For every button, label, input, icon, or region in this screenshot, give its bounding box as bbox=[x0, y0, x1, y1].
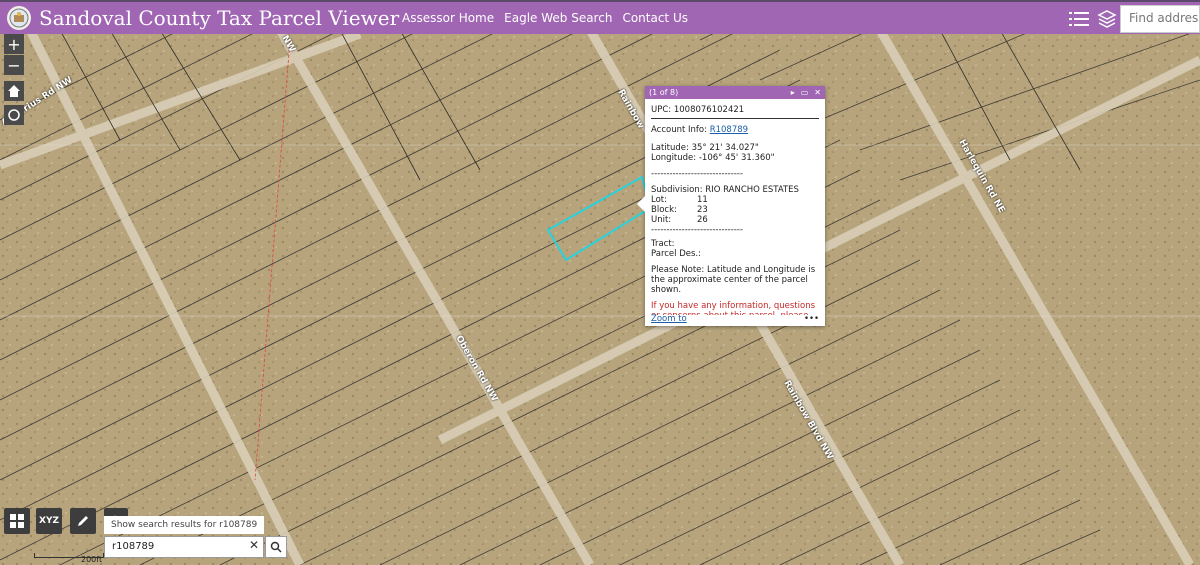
subdivision-value: RIO RANCHO ESTATES bbox=[705, 185, 799, 195]
close-icon[interactable]: ✕ bbox=[814, 88, 821, 97]
separator: ------------------------------ bbox=[651, 169, 744, 179]
parcel-search-input[interactable]: r108789 bbox=[104, 536, 264, 558]
map-view[interactable]: Aquarius Rd NW Oberon Rd NW Rainbow Blvd… bbox=[0, 34, 1200, 565]
popup-footer: Zoom to ••• bbox=[651, 314, 819, 324]
latitude-value: 35° 21' 34.027" bbox=[691, 143, 759, 153]
grid-icon bbox=[10, 514, 24, 528]
scale-label: 200ft bbox=[81, 555, 103, 564]
address-search-input[interactable]: Find address or p bbox=[1120, 5, 1200, 33]
longitude-value: -106° 45' 31.360" bbox=[698, 153, 775, 163]
upc-value: 1008076102421 bbox=[673, 105, 745, 115]
popup-pointer bbox=[637, 196, 645, 212]
draw-button[interactable] bbox=[70, 508, 96, 534]
zoom-in-button[interactable]: + bbox=[4, 34, 24, 54]
popup-content: UPC: 1008076102421 Account Info: R108789… bbox=[645, 99, 825, 315]
account-link[interactable]: R108789 bbox=[710, 125, 748, 135]
account-label: Account Info: bbox=[651, 125, 707, 135]
subdivision-label: Subdivision: bbox=[651, 185, 703, 195]
locate-icon bbox=[8, 109, 20, 121]
latitude-label: Latitude: bbox=[651, 143, 689, 153]
block-label: Block: bbox=[651, 205, 677, 215]
search-suggestion[interactable]: Show search results for r108789 bbox=[104, 516, 264, 534]
basemap-gallery-button[interactable] bbox=[4, 508, 30, 534]
home-icon bbox=[8, 85, 20, 97]
zoom-to-link[interactable]: Zoom to bbox=[651, 314, 687, 324]
parcel-popup: (1 of 8) ▸ ▭ ✕ UPC: 1008076102421 Accoun… bbox=[637, 86, 825, 326]
contact-note: If you have any information, questions o… bbox=[651, 301, 816, 315]
aerial-basemap bbox=[0, 34, 1200, 565]
list-icon[interactable] bbox=[1068, 8, 1090, 30]
lot-label: Lot: bbox=[651, 195, 667, 205]
popup-counter: (1 of 8) bbox=[649, 88, 679, 97]
home-button[interactable] bbox=[4, 81, 24, 101]
layers-icon[interactable] bbox=[1096, 8, 1118, 30]
header-nav: Assessor Home Eagle Web Search Contact U… bbox=[392, 11, 688, 25]
county-seal-logo bbox=[7, 6, 31, 30]
nav-eagle-web-search[interactable]: Eagle Web Search bbox=[504, 11, 612, 25]
maximize-icon[interactable]: ▭ bbox=[801, 88, 809, 97]
search-submit-button[interactable] bbox=[265, 536, 287, 558]
next-feature-icon[interactable]: ▸ bbox=[791, 88, 795, 97]
more-actions-icon[interactable]: ••• bbox=[804, 314, 819, 324]
parcel-description-label: Parcel Des.: bbox=[651, 249, 701, 259]
xyz-icon: xyz bbox=[39, 516, 59, 526]
coordinates-button[interactable]: xyz bbox=[36, 508, 62, 534]
search-icon bbox=[270, 541, 282, 553]
unit-value: 26 bbox=[697, 215, 708, 225]
unit-label: Unit: bbox=[651, 215, 672, 225]
longitude-label: Longitude: bbox=[651, 153, 697, 163]
nav-contact-us[interactable]: Contact Us bbox=[622, 11, 688, 25]
app-header: Sandoval County Tax Parcel Viewer Assess… bbox=[0, 0, 1200, 34]
block-value: 23 bbox=[697, 205, 708, 215]
clear-icon[interactable]: ✕ bbox=[249, 538, 259, 552]
lat-long-note: Please Note: Latitude and Longitude is t… bbox=[651, 265, 816, 295]
upc-label: UPC: bbox=[651, 105, 672, 115]
nav-assessor-home[interactable]: Assessor Home bbox=[402, 11, 494, 25]
lot-value: 11 bbox=[697, 195, 708, 205]
zoom-out-button[interactable]: − bbox=[4, 55, 24, 75]
app-title: Sandoval County Tax Parcel Viewer bbox=[39, 6, 400, 30]
tract-label: Tract: bbox=[651, 239, 675, 249]
pencil-icon bbox=[78, 516, 88, 526]
locate-button[interactable] bbox=[4, 105, 24, 125]
separator-2: ------------------------------ bbox=[651, 225, 744, 235]
popup-titlebar: (1 of 8) ▸ ▭ ✕ bbox=[645, 86, 825, 99]
